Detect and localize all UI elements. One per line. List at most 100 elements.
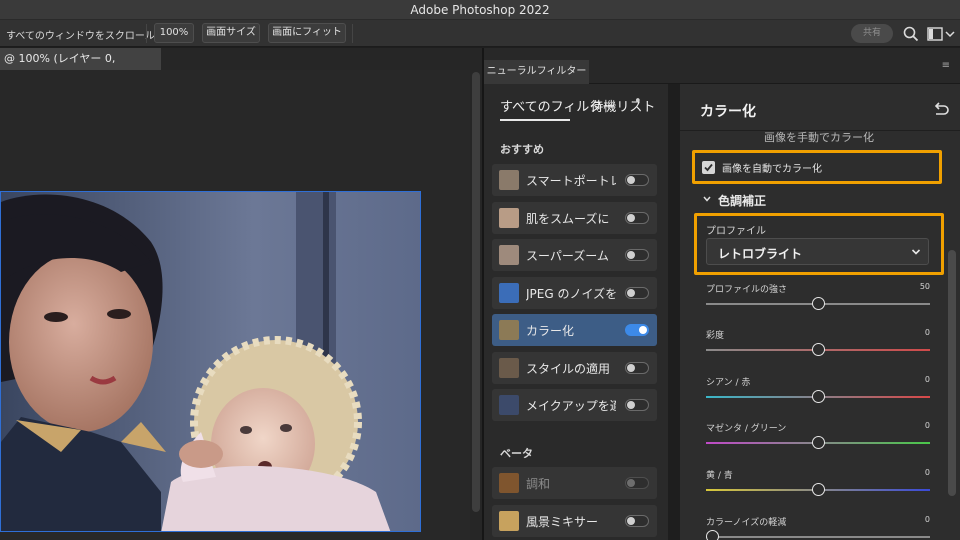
filter-toggle[interactable] (625, 174, 649, 186)
slider-saturation: 彩度 0 (706, 328, 930, 368)
waitlist-tab[interactable]: 待機リスト (590, 100, 655, 115)
document-tab[interactable]: @ 100% (レイヤー 0, RGB/8*) * (0, 48, 161, 87)
filter-label: 肌をスムーズに (526, 212, 610, 226)
filter-thumbnail (499, 511, 519, 531)
filters-header[interactable]: すべてのフィルター待機リスト (500, 96, 655, 115)
filter-toggle[interactable] (625, 362, 649, 374)
slider-magenta-green: マゼンタ / グリーン 0 (706, 421, 930, 461)
reset-icon[interactable] (932, 101, 950, 117)
tab-neural-filters[interactable]: ニューラルフィルター (484, 60, 589, 84)
slider-cyan-red: シアン / 赤 0 (706, 375, 930, 415)
slider-label: カラーノイズの軽減 (706, 518, 787, 528)
panel-menu-icon[interactable]: ≡ (942, 60, 950, 71)
filter-thumbnail (499, 473, 519, 493)
slider-knob[interactable] (812, 483, 825, 496)
filter-label: メイクアップを適用 (526, 399, 616, 413)
slider-knob[interactable] (812, 343, 825, 356)
filter-toggle[interactable] (625, 399, 649, 411)
canvas-scrollbar[interactable] (470, 70, 482, 540)
auto-colorize-label: 画像を自動でカラー化 (722, 164, 822, 175)
document-tab-bar: @ 100% (レイヤー 0, RGB/8*) * (0, 48, 482, 87)
profile-dropdown-value: レトロブライト (718, 247, 803, 261)
filter-item-makeup-transfer[interactable]: メイクアップを適用 (492, 389, 657, 421)
slider-knob[interactable] (812, 436, 825, 449)
filter-toggle[interactable] (625, 287, 649, 299)
filter-item-skin-smoothing[interactable]: 肌をスムーズに (492, 202, 657, 234)
filter-toggle[interactable] (625, 515, 649, 527)
search-icon[interactable] (902, 25, 920, 43)
filter-item-jpeg-artifacts[interactable]: JPEG のノイズを削除 (492, 277, 657, 309)
filter-thumbnail (499, 208, 519, 228)
app-title: Adobe Photoshop 2022 (410, 3, 550, 17)
filter-label: 風景ミキサー (526, 515, 599, 529)
adjustments-group-title[interactable]: 色調補正 (718, 192, 766, 209)
settings-scrollbar-thumb[interactable] (948, 250, 956, 496)
title-bar: Adobe Photoshop 2022 (0, 0, 960, 20)
filters-more-icon[interactable]: • (634, 94, 642, 109)
filter-thumbnail (499, 245, 519, 265)
panel-tab-bar: ニューラルフィルター ≡ (484, 48, 960, 84)
chevron-down-icon[interactable] (702, 194, 712, 204)
options-divider (146, 24, 147, 43)
settings-title: カラー化 (700, 104, 756, 120)
slider-value[interactable]: 0 (925, 375, 930, 384)
slider-value[interactable]: 0 (925, 421, 930, 430)
slider-value[interactable]: 0 (925, 515, 930, 524)
share-button[interactable]: 共有 (851, 24, 893, 43)
section-title-recommended: おすすめ (500, 143, 544, 156)
filter-label: スマートポートレート (526, 174, 616, 188)
slider-yellow-blue: 黄 / 青 0 (706, 468, 930, 508)
filter-toggle[interactable] (625, 212, 649, 224)
filter-item-landscape-mixer[interactable]: 風景ミキサー (492, 505, 657, 537)
workspace-icon[interactable] (926, 25, 944, 43)
slider-label: シアン / 赤 (706, 378, 751, 388)
filter-label: スタイルの適用 (526, 362, 611, 376)
chevron-down-icon (911, 249, 921, 255)
filter-item-harmonization[interactable]: 調和 (492, 467, 657, 499)
chevron-down-icon[interactable] (944, 25, 956, 43)
options-divider (352, 24, 353, 43)
profile-label: プロファイル (706, 226, 766, 237)
slider-value[interactable]: 0 (925, 328, 930, 337)
filters-list-panel: すべてのフィルター待機リスト • おすすめ スマートポートレート 肌をスムーズに… (484, 84, 668, 540)
filter-settings-panel: カラー化 画像を手動でカラー化 画像を自動でカラー化 色調補正 プロファイル レ… (680, 84, 960, 540)
filter-thumbnail (499, 170, 519, 190)
filter-label: 調和 (526, 477, 551, 491)
slider-knob[interactable] (812, 390, 825, 403)
slider-value[interactable]: 50 (920, 282, 930, 291)
checkmark-icon (704, 163, 713, 172)
profile-dropdown[interactable]: レトロブライト (706, 238, 929, 265)
filter-toggle[interactable] (625, 477, 649, 489)
slider-track[interactable] (706, 536, 930, 538)
filter-item-smart-portrait[interactable]: スマートポートレート (492, 164, 657, 196)
settings-divider (668, 84, 680, 540)
filter-toggle[interactable] (625, 249, 649, 261)
filter-item-super-zoom[interactable]: スーパーズーム (492, 239, 657, 271)
filter-label: スーパーズーム (526, 249, 609, 263)
zoom-100-button[interactable]: 100% (154, 23, 194, 43)
filter-item-colorize[interactable]: カラー化 (492, 314, 657, 346)
filter-toggle[interactable] (625, 324, 649, 336)
slider-knob[interactable] (812, 297, 825, 310)
slider-knob[interactable] (706, 530, 719, 540)
filters-tab-underline (500, 119, 570, 121)
fit-screen-size-button[interactable]: 画面サイズ (202, 23, 260, 43)
filter-thumbnail (499, 320, 519, 340)
slider-label: プロファイルの強さ (706, 285, 788, 295)
filter-item-style-transfer[interactable]: スタイルの適用 (492, 352, 657, 384)
options-bar: すべてのウィンドウをスクロール 100% 画面サイズ 画面にフィット 共有 (0, 20, 960, 47)
scroll-all-windows-option[interactable]: すべてのウィンドウをスクロール (6, 27, 155, 42)
filter-thumbnail (499, 358, 519, 378)
fill-screen-button[interactable]: 画面にフィット (268, 23, 346, 43)
auto-colorize-checkbox[interactable] (702, 161, 715, 174)
filter-thumbnail (499, 283, 519, 303)
section-title-beta: ベータ (500, 447, 533, 460)
slider-value[interactable]: 0 (925, 468, 930, 477)
scrollbar-thumb[interactable] (472, 72, 480, 512)
slider-label: 黄 / 青 (706, 471, 733, 481)
slider-label: 彩度 (706, 331, 725, 341)
manual-colorize-heading: 画像を手動でカラー化 (764, 131, 874, 144)
photo-image (0, 191, 421, 532)
slider-color-noise-reduction: カラーノイズの軽減 0 (706, 515, 930, 540)
slider-profile-strength: プロファイルの強さ 50 (706, 282, 930, 322)
